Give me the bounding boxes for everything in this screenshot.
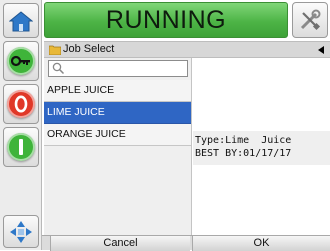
key-icon: [7, 47, 35, 75]
stop-button[interactable]: [3, 84, 39, 124]
job-list-panel: APPLE JUICE LIME JUICE ORANGE JUICE: [44, 58, 192, 235]
home-icon: [9, 10, 33, 31]
job-preview-panel: Type:Lime Juice BEST BY:01/17/17: [193, 58, 330, 235]
bottom-action-bar: Cancel OK: [42, 235, 330, 251]
label-preview: Type:Lime Juice BEST BY:01/17/17: [193, 131, 330, 165]
job-list-item[interactable]: APPLE JUICE: [44, 80, 191, 102]
folder-icon: [49, 45, 61, 55]
preview-line-type: Type:Lime Juice: [195, 135, 292, 146]
ok-button[interactable]: OK: [192, 236, 330, 251]
home-button[interactable]: [3, 3, 39, 38]
search-icon: [52, 62, 65, 75]
directional-pad-icon: [10, 220, 32, 243]
stop-icon: [7, 90, 35, 118]
start-button[interactable]: [3, 127, 39, 167]
title-strip: Job Select: [44, 41, 330, 58]
preview-line-best-by: BEST BY:01/17/17: [195, 148, 292, 159]
collapse-arrow-icon[interactable]: [318, 46, 324, 54]
start-icon: [7, 133, 35, 161]
search-input[interactable]: [48, 60, 188, 77]
cancel-button[interactable]: Cancel: [50, 236, 190, 251]
left-rail: [0, 0, 42, 250]
page-title: Job Select: [63, 43, 115, 55]
navigate-button[interactable]: [3, 215, 39, 248]
login-button[interactable]: [3, 41, 39, 81]
job-list-item-selected[interactable]: LIME JUICE: [44, 102, 191, 124]
tools-button[interactable]: [292, 2, 328, 38]
job-list-item[interactable]: ORANGE JUICE: [44, 124, 191, 146]
status-banner[interactable]: RUNNING: [44, 2, 288, 38]
tools-icon: [300, 9, 321, 31]
